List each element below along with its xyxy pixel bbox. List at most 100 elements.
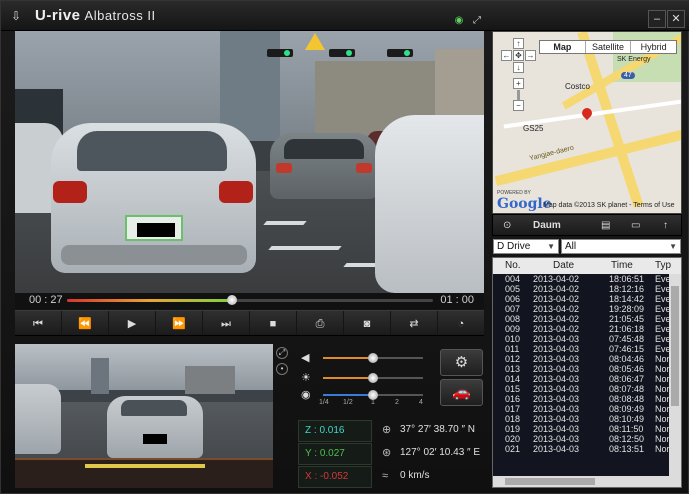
camera-button[interactable]: ◙ (344, 311, 391, 335)
drive-select[interactable]: D Drive ▼ (493, 239, 559, 254)
map-zoom-bar[interactable] (517, 90, 520, 100)
brightness-handle[interactable] (368, 373, 378, 383)
table-row[interactable]: 019 2013-04-03 08:11:50 Nor (493, 424, 671, 434)
skip-end-button[interactable]: ⏭ (203, 311, 250, 335)
settings-button[interactable]: ⚙ (440, 349, 483, 376)
column-header-time[interactable]: Time (611, 260, 633, 271)
table-cell: 2013-04-03 (533, 354, 580, 364)
table-cell: 08:10:49 (609, 414, 645, 424)
print-button[interactable]: ⎙ (297, 311, 344, 335)
map-zoom-out-icon[interactable]: − (513, 100, 524, 111)
fast-forward-button[interactable]: ⏩ (156, 311, 203, 335)
map-pan-down-icon[interactable]: ↓ (513, 62, 524, 73)
map-zoom-in-icon[interactable]: + (513, 78, 524, 89)
table-row[interactable]: 009 2013-04-02 21:06:18 Eve (493, 324, 671, 334)
map-pan-up-icon[interactable]: ↑ (513, 38, 524, 49)
table-row[interactable]: 018 2013-04-03 08:10:49 Nor (493, 414, 671, 424)
rear-settings-icon[interactable]: • (276, 363, 288, 375)
table-row[interactable]: 012 2013-04-03 08:04:46 Nor (493, 354, 671, 364)
video-car-front (51, 123, 256, 273)
column-header-no[interactable]: No. (505, 260, 521, 271)
table-row[interactable]: 008 2013-04-02 21:05:45 Eve (493, 314, 671, 324)
table-row[interactable]: 016 2013-04-03 08:08:48 Nor (493, 394, 671, 404)
tab-hybrid[interactable]: Hybrid (631, 41, 676, 53)
swap-button[interactable]: ⇄ (391, 311, 438, 335)
table-row[interactable]: 007 2013-04-02 19:28:09 Eve (493, 304, 671, 314)
sensor-panel: Z : 0.016 Y : 0.027 X : -0.052 ⊕ 37° 27′ … (298, 420, 484, 488)
rewind-button[interactable]: ⏪ (62, 311, 109, 335)
seek-track[interactable] (67, 295, 433, 305)
app-title-sub: Albatross II (84, 8, 156, 23)
table-cell: 2013-04-03 (533, 344, 580, 354)
table-cell: 2013-04-03 (533, 404, 580, 414)
map-pan-right-icon[interactable]: → (525, 50, 536, 61)
stop-button[interactable]: ■ (250, 311, 297, 335)
speedometer-button[interactable]: ◔ (438, 311, 484, 335)
table-cell: 2013-04-02 (533, 314, 580, 324)
play-button[interactable]: ▶ (109, 311, 156, 335)
table-cell: 2013-04-02 (533, 294, 580, 304)
table-row[interactable]: 013 2013-04-03 08:05:46 Nor (493, 364, 671, 374)
table-cell: 2013-04-03 (533, 334, 580, 344)
horizontal-scrollbar[interactable] (493, 476, 681, 487)
download-icon[interactable]: ⇩ (11, 9, 25, 23)
table-cell: 018 (505, 414, 521, 424)
close-button[interactable]: ✕ (667, 10, 685, 28)
table-row[interactable]: 005 2013-04-02 18:12:16 Eve (493, 284, 671, 294)
column-header-date[interactable]: Date (553, 260, 574, 271)
table-cell: Nor (655, 424, 670, 434)
speed-icon: ◉ (301, 389, 311, 401)
speed-scale-label: 2 (395, 399, 399, 406)
upload-icon[interactable]: ↑ (663, 218, 668, 234)
table-row[interactable]: 010 2013-04-03 07:45:48 Eve (493, 334, 671, 344)
map-pan-left-icon[interactable]: ← (501, 50, 512, 61)
table-row[interactable]: 006 2013-04-02 18:14:42 Eve (493, 294, 671, 304)
table-row[interactable]: 020 2013-04-03 08:12:50 Nor (493, 434, 671, 444)
total-time: 01 : 00 (440, 294, 474, 306)
table-cell: 011 (505, 344, 520, 354)
volume-slider[interactable]: ◀ (301, 351, 431, 365)
front-camera-video[interactable] (15, 31, 484, 293)
brightness-slider[interactable]: ☀ (301, 371, 431, 385)
map-view[interactable]: Map Satellite Hybrid ↑ ← ✥ → ↓ + − SK En… (492, 31, 682, 214)
table-cell: 08:09:49 (609, 404, 645, 414)
table-row[interactable]: 021 2013-04-03 08:13:51 Nor (493, 444, 671, 454)
table-row[interactable]: 015 2013-04-03 08:07:48 Nor (493, 384, 671, 394)
scroll-thumb[interactable] (505, 478, 595, 485)
map-pan-center-icon[interactable]: ✥ (513, 50, 524, 61)
table-row[interactable]: 017 2013-04-03 08:09:49 Nor (493, 404, 671, 414)
rear-camera-video[interactable] (15, 344, 273, 488)
table-cell: 2013-04-03 (533, 374, 580, 384)
tab-map[interactable]: Map (540, 41, 586, 53)
chevron-down-icon: ▼ (669, 242, 677, 251)
scroll-thumb[interactable] (671, 286, 679, 406)
map-attribution: Map data ©2013 SK planet - Terms of Use (543, 202, 675, 209)
timeline[interactable]: 00 : 27 01 : 00 (15, 293, 484, 309)
car-icon: 🚗 (452, 384, 471, 401)
table-row[interactable]: 004 2013-04-02 18:06:51 Eve (493, 274, 671, 284)
table-cell: Nor (655, 384, 670, 394)
tab-satellite[interactable]: Satellite (586, 41, 632, 53)
vehicle-button[interactable]: 🚗 (440, 379, 483, 406)
skip-start-button[interactable]: ⏮ (15, 311, 62, 335)
video-car-right (375, 115, 484, 293)
seek-handle[interactable] (226, 295, 237, 305)
table-cell: 21:06:18 (609, 324, 645, 334)
table-row[interactable]: 014 2013-04-03 08:06:47 Nor (493, 374, 671, 384)
table-cell: 013 (505, 364, 521, 374)
folder-icon[interactable]: ▤ (601, 218, 610, 234)
filter-select[interactable]: All ▼ (561, 239, 681, 254)
map-provider-label[interactable]: Daum (533, 218, 561, 234)
location-icon[interactable]: ⊙ (503, 218, 511, 234)
column-header-type[interactable]: Typ (655, 260, 671, 271)
table-row[interactable]: 011 2013-04-03 07:46:15 Eve (493, 344, 671, 354)
rear-fullscreen-icon[interactable]: ⤢ (276, 347, 288, 359)
sd-card-icon[interactable]: ▭ (631, 218, 640, 234)
vertical-scrollbar[interactable] (669, 274, 681, 478)
rear-dash-strip (85, 464, 205, 468)
table-cell: 18:14:42 (609, 294, 645, 304)
map-toolbar: ⊙ Daum ▤ ▭ ↑ (492, 214, 682, 236)
minimize-button[interactable]: – (648, 10, 666, 28)
volume-handle[interactable] (368, 353, 378, 363)
fullscreen-icon[interactable]: ⤢ (471, 15, 483, 27)
